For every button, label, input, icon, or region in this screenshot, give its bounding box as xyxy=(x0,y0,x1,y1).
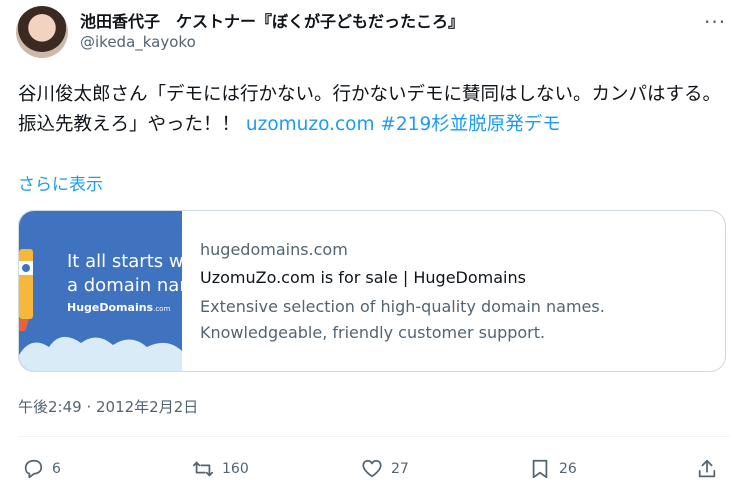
hugedomains-logo: HugeDomains.com xyxy=(67,301,170,314)
like-count: 27 xyxy=(391,461,409,477)
reply-icon xyxy=(24,459,43,479)
card-domain: hugedomains.com xyxy=(200,240,348,259)
card-text: hugedomains.com UzomuZo.com is for sale … xyxy=(200,211,725,371)
card-image-text-line1: It all starts w xyxy=(67,251,182,272)
bookmark-count: 26 xyxy=(559,461,577,477)
tweet-text: 谷川俊太郎さん「デモには行かない。行かないデモに賛同はしない。カンパはする。振込… xyxy=(18,80,730,140)
more-horizontal-icon[interactable]: ··· xyxy=(704,10,726,34)
rocket-illustration xyxy=(19,249,33,331)
like-button[interactable]: 27 xyxy=(361,458,409,480)
reply-count: 6 xyxy=(52,461,61,477)
author-handle[interactable]: @ikeda_kayoko xyxy=(80,33,196,51)
share-icon xyxy=(698,459,716,478)
share-button[interactable] xyxy=(696,458,718,480)
retweet-button[interactable]: 160 xyxy=(192,458,249,480)
link-preview-card[interactable]: It all starts w a domain nam HugeDomains… xyxy=(18,210,726,372)
bookmark-button[interactable]: 26 xyxy=(529,458,577,480)
show-more-link[interactable]: さらに表示 xyxy=(18,170,103,195)
card-title[interactable]: UzomuZo.com is for sale | HugeDomains xyxy=(200,268,526,287)
card-image[interactable]: It all starts w a domain nam HugeDomains… xyxy=(19,211,182,371)
tweet-link[interactable]: uzomuzo.com xyxy=(246,114,375,135)
avatar[interactable] xyxy=(16,6,68,58)
author-display-name[interactable]: 池田香代子 ケストナー『ぼくが子どもだったころ』 xyxy=(80,8,464,32)
card-description-line2: Knowledgeable, friendly customer support… xyxy=(200,323,546,342)
retweet-icon xyxy=(192,461,214,477)
logo-suffix: .com xyxy=(153,305,171,313)
bookmark-icon xyxy=(532,459,548,479)
divider xyxy=(18,436,730,437)
reply-button[interactable]: 6 xyxy=(22,458,61,480)
logo-text: HugeDomains xyxy=(67,301,154,314)
cloud-illustration xyxy=(19,337,182,371)
card-description-line1: Extensive selection of high-quality doma… xyxy=(200,297,605,316)
heart-icon xyxy=(362,459,382,478)
card-image-text-line2: a domain nam xyxy=(67,275,182,296)
retweet-count: 160 xyxy=(222,461,249,477)
tweet-hashtag[interactable]: #219杉並脱原発デモ xyxy=(380,114,560,135)
tweet-timestamp[interactable]: 午後2:49 · 2012年2月2日 xyxy=(18,396,198,417)
